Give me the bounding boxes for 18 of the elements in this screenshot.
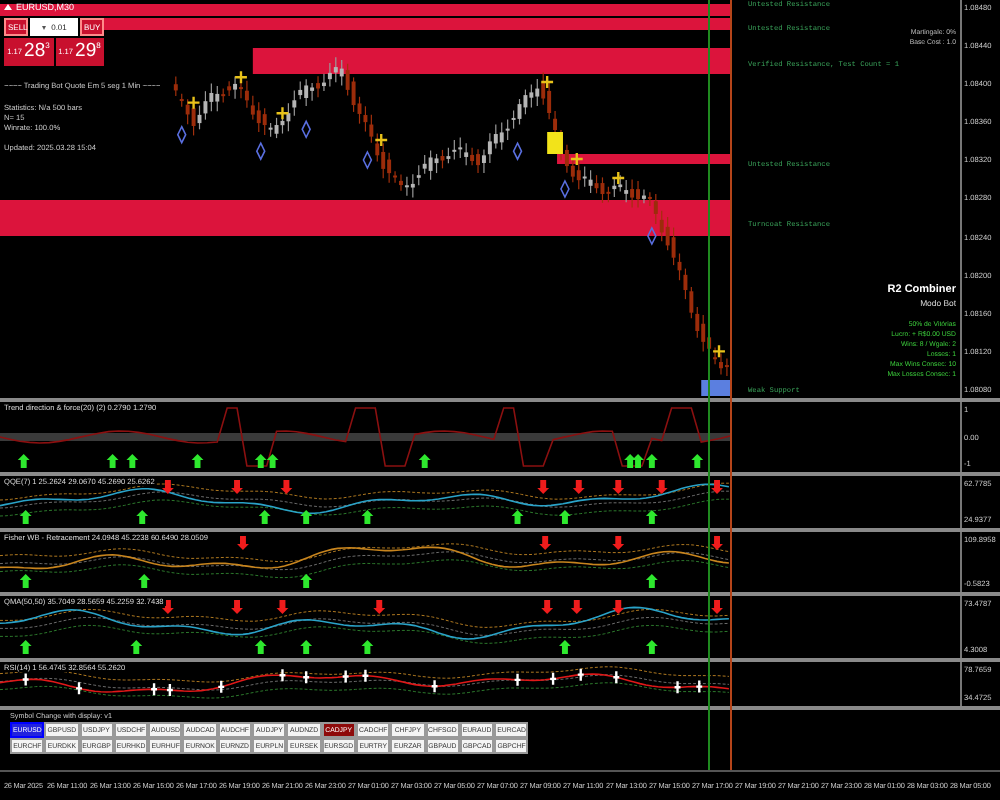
cross-icon <box>711 344 727 359</box>
diamond-icon <box>512 141 523 161</box>
cross-icon <box>540 74 555 90</box>
cross-icon <box>186 95 201 110</box>
alert-icon <box>547 132 563 154</box>
price-zone <box>701 380 731 396</box>
cross-icon <box>275 106 290 121</box>
cross-icon <box>569 151 584 167</box>
diamond-icon <box>647 226 657 246</box>
diamond-icon <box>362 150 373 170</box>
diamond-icon <box>255 141 266 161</box>
dropdown-icon[interactable] <box>4 4 12 10</box>
cross-icon <box>233 70 249 85</box>
cross-icon <box>374 132 389 148</box>
diamond-icon <box>301 119 311 140</box>
diamond-icon <box>560 179 570 199</box>
diamond-icon <box>176 124 187 145</box>
cross-icon <box>611 170 626 186</box>
